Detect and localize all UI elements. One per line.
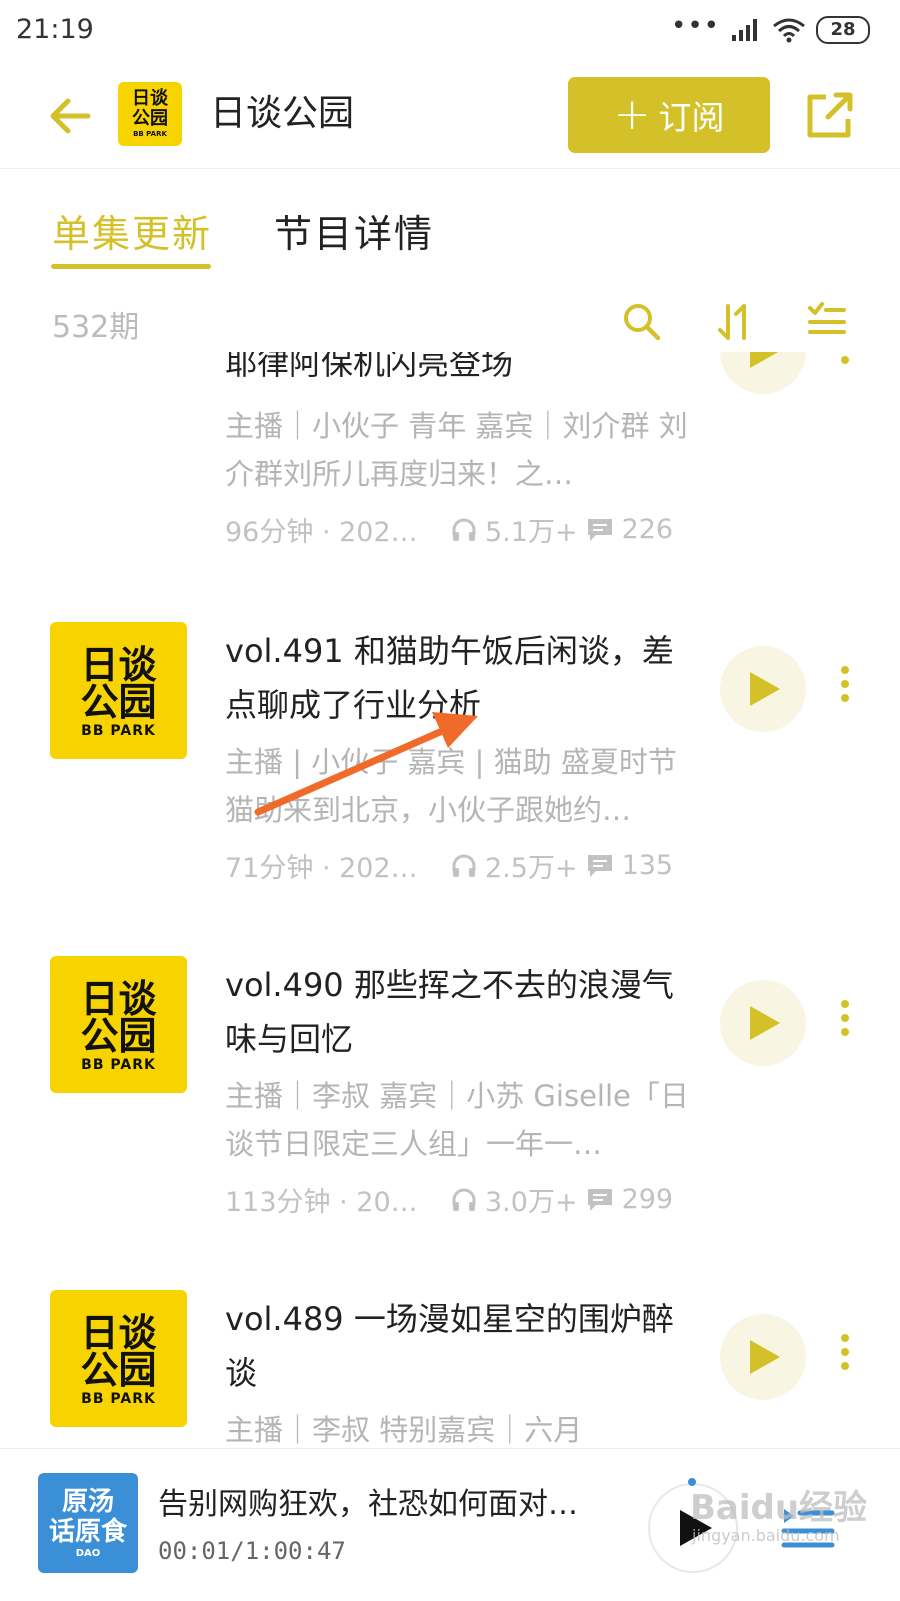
comment-icon (587, 518, 612, 541)
episode-comments: 299 (621, 1184, 674, 1215)
cover-text-3: BB PARK (81, 1391, 156, 1407)
player-cover-text-1: 原汤 (61, 1487, 114, 1517)
logo-text-3: BB PARK (133, 130, 167, 138)
episode-description: 主播｜小伙子 青年 嘉宾｜刘介群 刘介群刘所儿再度归来！之… (225, 409, 688, 491)
episode-meta: 113分钟 · 202... 3.0万+ 299 (225, 1180, 705, 1219)
cover-text-3: BB PARK (81, 723, 156, 739)
episode-duration: 71分钟 · 2022... (225, 853, 427, 884)
more-options-button[interactable] (835, 352, 855, 376)
comment-icon (587, 854, 612, 877)
episode-item[interactable]: 日谈 公园 BB PARK vol.489 一场漫如星空的围炉醉谈 主播｜李叔 … (0, 1290, 900, 1448)
battery-indicator: 28 (816, 16, 870, 44)
episode-comments: 135 (621, 850, 674, 881)
episode-meta: 96分钟 · 2022... 5.1万+ 226 (225, 510, 705, 549)
podcast-title: 日谈公园 (210, 93, 355, 134)
checklist-icon (808, 302, 846, 334)
cover-text-1: 日谈 (80, 643, 157, 687)
cover-text-2: 公园 (80, 680, 157, 724)
play-icon (750, 1340, 780, 1374)
wifi-icon (773, 18, 805, 43)
episode-title: vol.491 和猫助午饭后闲谈，差点聊成了行业分析 (225, 632, 674, 724)
tab-details[interactable]: 节目详情 (274, 210, 434, 258)
play-button[interactable] (720, 646, 806, 732)
episode-description: 主播｜李叔 特别嘉宾｜六月 (225, 1413, 583, 1447)
arrow-left-icon (50, 98, 91, 134)
watermark-logo: Baidu经验 (690, 1488, 868, 1528)
episode-duration: 96分钟 · 2022... (225, 517, 427, 548)
subscribe-label: 订阅 (658, 98, 725, 137)
cover-text-2: 公园 (80, 1014, 157, 1058)
headphones-icon (452, 1188, 476, 1211)
episode-item[interactable]: 日谈 公园 BB PARK 耶律阿保机闪亮登场 主播｜小伙子 青年 嘉宾｜刘介群… (0, 352, 900, 548)
subscribe-button[interactable]: + 订阅 (568, 77, 770, 153)
header: 日谈 公园 BB PARK 日谈公园 + 订阅 (0, 72, 900, 169)
player-cover-text-3: DAO (75, 1548, 101, 1559)
episode-item[interactable]: 日谈 公园 BB PARK vol.490 那些挥之不去的浪漫气味与回忆 主播｜… (0, 956, 900, 1266)
podcast-logo: 日谈 公园 BB PARK (118, 82, 182, 146)
play-icon (750, 672, 780, 706)
list-toolbar: 532期 (0, 298, 900, 350)
logo-text-2: 公园 (132, 108, 168, 129)
cover-text-2: 公园 (80, 1348, 157, 1392)
headphones-icon (452, 854, 476, 877)
episode-meta: 71分钟 · 2022... 2.5万+ 135 (225, 846, 705, 885)
episode-duration: 113分钟 · 202... (225, 1187, 427, 1218)
status-icons: ••• 28 (670, 11, 870, 46)
player-cover-text-2: 话原食 (48, 1517, 127, 1547)
watermark-url: jingyan.baidu.com (692, 1526, 840, 1545)
episode-plays: 2.5万+ (485, 853, 578, 884)
more-options-button[interactable] (835, 1334, 855, 1382)
logo-text-1: 日谈 (132, 88, 168, 109)
episode-list: 日谈 公园 BB PARK 耶律阿保机闪亮登场 主播｜小伙子 青年 嘉宾｜刘介群… (0, 352, 900, 1448)
back-button[interactable] (44, 88, 100, 144)
search-icon (624, 304, 661, 341)
plus-icon: + (613, 89, 651, 140)
episode-plays: 3.0万+ (485, 1187, 578, 1218)
status-time: 21:19 (16, 14, 94, 45)
episode-cover: 日谈 公园 BB PARK (50, 956, 187, 1093)
batch-select-button[interactable] (806, 300, 850, 344)
play-button[interactable] (720, 980, 806, 1066)
cover-text-3: BB PARK (81, 1057, 156, 1073)
episode-description: 主播 | 小伙子 嘉宾 | 猫助 盛夏时节猫助来到北京，小伙子跟她约… (225, 745, 677, 827)
cover-text-1: 日谈 (80, 1311, 157, 1355)
now-playing-cover: 原汤 话原食 DAO (38, 1473, 138, 1573)
episode-cover: 日谈 公园 BB PARK (50, 1290, 187, 1427)
search-button[interactable] (620, 300, 664, 344)
episode-comments: 226 (621, 514, 674, 545)
more-options-button[interactable] (835, 1000, 855, 1048)
sort-button[interactable] (714, 300, 758, 344)
comment-icon (587, 1188, 612, 1211)
active-tab-indicator (51, 264, 211, 269)
status-dots: ••• (670, 11, 720, 41)
more-options-button[interactable] (835, 666, 855, 714)
episode-title: 耶律阿保机闪亮登场 (225, 352, 514, 382)
now-playing-time: 00:01/1:00:47 (158, 1537, 346, 1565)
episode-count: 532期 (52, 310, 140, 345)
share-icon (807, 92, 853, 138)
episode-description: 主播｜李叔 嘉宾｜小苏 Giselle「日谈节日限定三人组」一年一… (225, 1079, 689, 1161)
play-button[interactable] (720, 352, 806, 394)
share-button[interactable] (802, 87, 858, 143)
episode-title: vol.489 一场漫如星空的围炉醉谈 (225, 1300, 674, 1392)
play-icon (750, 1006, 780, 1040)
episode-item[interactable]: 日谈 公园 BB PARK vol.491 和猫助午饭后闲谈，差点聊成了行业分析… (0, 622, 900, 932)
play-icon (750, 352, 779, 368)
episode-cover: 日谈 公园 BB PARK (50, 622, 187, 759)
tab-bar: 单集更新 节目详情 (0, 200, 900, 270)
episode-title: vol.490 那些挥之不去的浪漫气味与回忆 (225, 966, 674, 1058)
episode-plays: 5.1万+ (485, 517, 578, 548)
status-bar: 21:19 ••• 28 (0, 0, 900, 62)
play-button[interactable] (720, 1314, 806, 1400)
cover-text-1: 日谈 (80, 977, 157, 1021)
tab-episodes[interactable]: 单集更新 (52, 210, 212, 258)
headphones-icon (452, 518, 476, 541)
now-playing-title: 告别网购狂欢，社恐如何面对… (158, 1487, 578, 1522)
sort-icon (718, 304, 746, 340)
signal-icon (732, 19, 757, 41)
